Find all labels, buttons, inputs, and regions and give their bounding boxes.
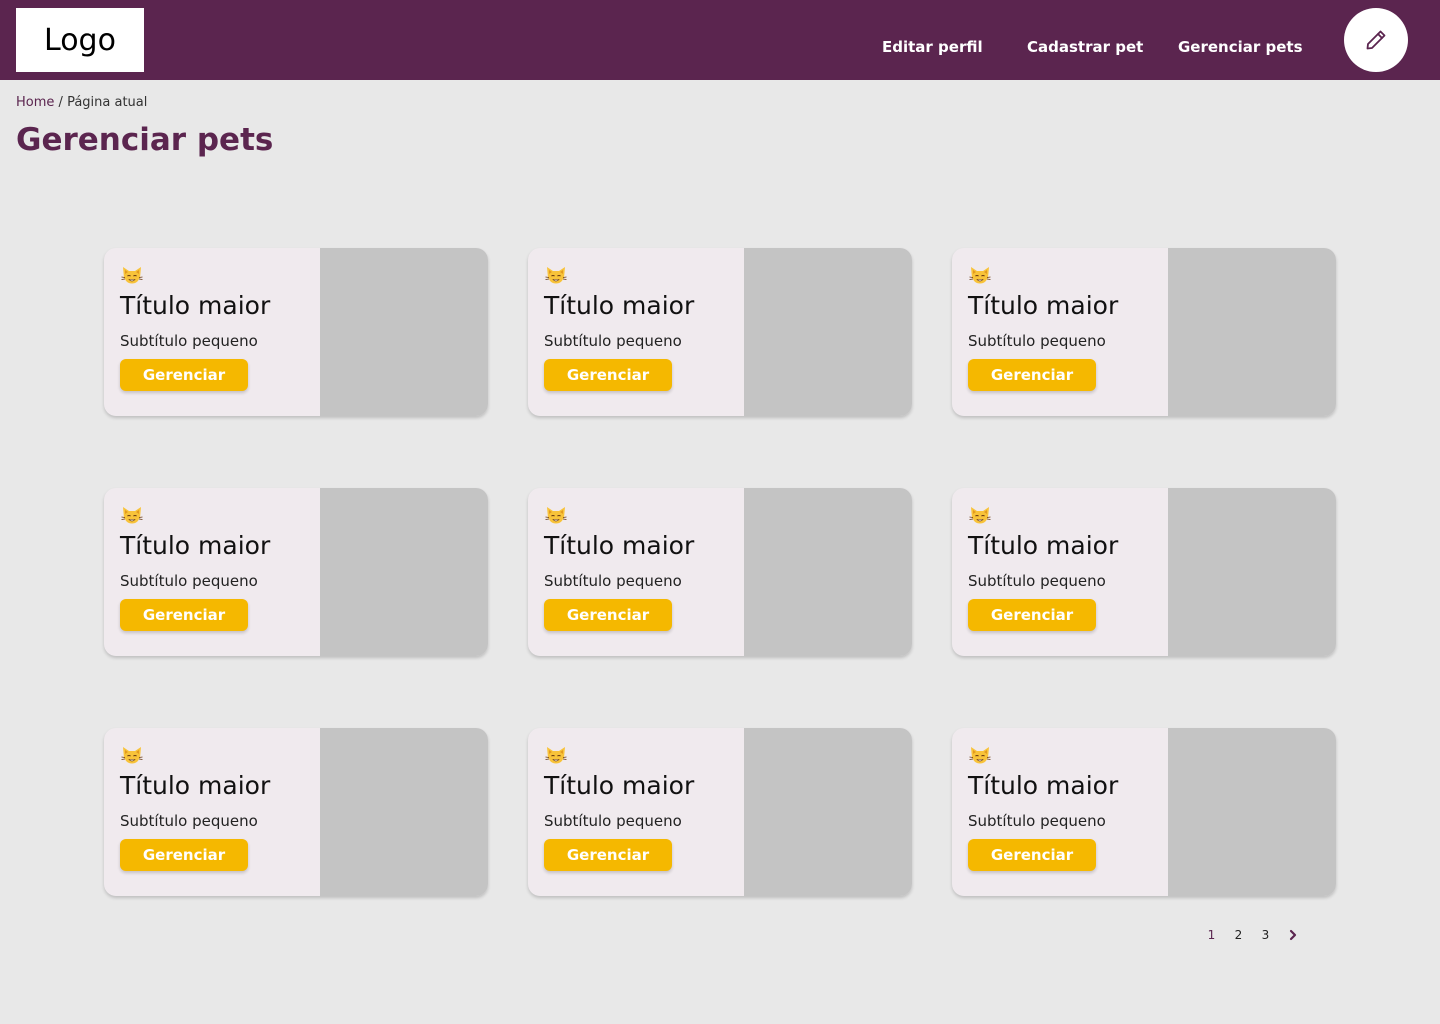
pet-image-placeholder [1168, 728, 1336, 896]
breadcrumb-home-link[interactable]: Home [16, 95, 54, 110]
card-subtitle: Subtítulo pequeno [120, 332, 258, 350]
pet-card: Título maior Subtítulo pequeno Gerenciar [104, 488, 488, 656]
pet-card: Título maior Subtítulo pequeno Gerenciar [528, 248, 912, 416]
breadcrumb: Home / Página atual [16, 95, 147, 110]
card-subtitle: Subtítulo pequeno [544, 812, 682, 830]
pet-card: Título maior Subtítulo pequeno Gerenciar [528, 488, 912, 656]
gerenciar-button[interactable]: Gerenciar [968, 839, 1096, 871]
card-subtitle: Subtítulo pequeno [120, 812, 258, 830]
page-title: Gerenciar pets [16, 122, 274, 158]
gerenciar-button[interactable]: Gerenciar [968, 599, 1096, 631]
cat-face-icon [544, 504, 568, 528]
cat-face-icon [544, 744, 568, 768]
page-3-link[interactable]: 3 [1252, 928, 1279, 942]
pet-image-placeholder [744, 488, 912, 656]
pet-card: Título maior Subtítulo pequeno Gerenciar [952, 728, 1336, 896]
breadcrumb-separator: / [58, 95, 63, 110]
card-subtitle: Subtítulo pequeno [120, 572, 258, 590]
gerenciar-button[interactable]: Gerenciar [120, 599, 248, 631]
pet-image-placeholder [320, 248, 488, 416]
pagination: 1 2 3 [1198, 928, 1306, 942]
edit-profile-button[interactable] [1344, 8, 1408, 72]
cat-face-icon [968, 264, 992, 288]
gerenciar-button[interactable]: Gerenciar [544, 839, 672, 871]
card-title: Título maior [968, 771, 1119, 800]
card-title: Título maior [120, 771, 271, 800]
nav-link-gerenciar-pets[interactable]: Gerenciar pets [1178, 38, 1303, 56]
chevron-right-icon [1289, 929, 1296, 941]
page-1-link[interactable]: 1 [1198, 928, 1225, 942]
pet-image-placeholder [1168, 488, 1336, 656]
gerenciar-button[interactable]: Gerenciar [968, 359, 1096, 391]
pet-card: Título maior Subtítulo pequeno Gerenciar [952, 488, 1336, 656]
gerenciar-button[interactable]: Gerenciar [120, 359, 248, 391]
pet-image-placeholder [320, 488, 488, 656]
card-subtitle: Subtítulo pequeno [968, 572, 1106, 590]
card-subtitle: Subtítulo pequeno [544, 332, 682, 350]
next-page-button[interactable] [1279, 929, 1306, 941]
card-title: Título maior [968, 531, 1119, 560]
card-title: Título maior [544, 291, 695, 320]
pet-image-placeholder [320, 728, 488, 896]
cat-face-icon [120, 504, 144, 528]
card-subtitle: Subtítulo pequeno [968, 332, 1106, 350]
gerenciar-button[interactable]: Gerenciar [544, 599, 672, 631]
card-title: Título maior [544, 531, 695, 560]
pet-card: Título maior Subtítulo pequeno Gerenciar [104, 248, 488, 416]
gerenciar-button[interactable]: Gerenciar [544, 359, 672, 391]
card-title: Título maior [120, 291, 271, 320]
pencil-icon [1366, 30, 1386, 50]
pet-card: Título maior Subtítulo pequeno Gerenciar [528, 728, 912, 896]
card-title: Título maior [544, 771, 695, 800]
cat-face-icon [968, 504, 992, 528]
card-subtitle: Subtítulo pequeno [968, 812, 1106, 830]
pet-card: Título maior Subtítulo pequeno Gerenciar [952, 248, 1336, 416]
card-subtitle: Subtítulo pequeno [544, 572, 682, 590]
cat-face-icon [544, 264, 568, 288]
logo[interactable]: Logo [16, 8, 144, 72]
top-navigation-bar: Logo Editar perfil Cadastrar pet Gerenci… [0, 0, 1440, 80]
breadcrumb-current: Página atual [67, 95, 148, 110]
pet-image-placeholder [1168, 248, 1336, 416]
cat-face-icon [968, 744, 992, 768]
card-title: Título maior [968, 291, 1119, 320]
pet-image-placeholder [744, 248, 912, 416]
pet-card: Título maior Subtítulo pequeno Gerenciar [104, 728, 488, 896]
nav-link-cadastrar-pet[interactable]: Cadastrar pet [1027, 38, 1143, 56]
nav-link-editar-perfil[interactable]: Editar perfil [882, 38, 983, 56]
card-title: Título maior [120, 531, 271, 560]
page-2-link[interactable]: 2 [1225, 928, 1252, 942]
cat-face-icon [120, 264, 144, 288]
gerenciar-button[interactable]: Gerenciar [120, 839, 248, 871]
pet-image-placeholder [744, 728, 912, 896]
cat-face-icon [120, 744, 144, 768]
